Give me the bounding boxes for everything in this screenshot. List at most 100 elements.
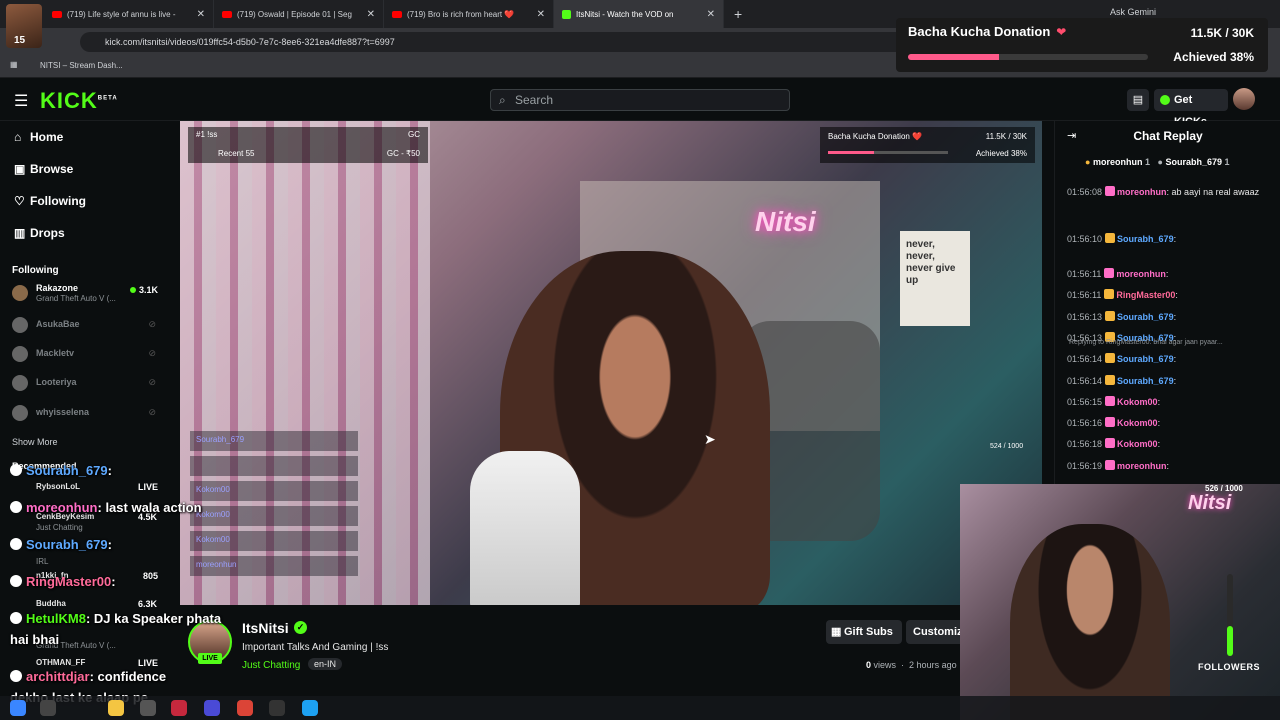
recommended-channel[interactable]: RybsonLoL <box>36 482 80 491</box>
chat-message[interactable]: 01:56:08 moreonhun: ab aayi na real awaaz <box>1067 185 1277 199</box>
sidebar-channel[interactable]: Looteriya ⊘ <box>12 373 162 395</box>
video-meta: 0 views · 2 hours ago <box>866 660 957 670</box>
microphone <box>470 451 580 605</box>
taskbar-app-icon[interactable] <box>140 700 156 716</box>
taskbar-app-icon[interactable] <box>171 700 187 716</box>
close-tab-icon[interactable]: ✕ <box>537 9 545 20</box>
browser-tab[interactable]: (719) Life style of annu is live - ✕ <box>44 0 214 28</box>
streamer-name[interactable]: ItsNitsi <box>242 620 289 636</box>
overlay-chat-line: archittdjar: confidence <box>10 669 166 684</box>
gift-subs-button[interactable]: ▦ Gift Subs <box>826 620 902 644</box>
overlay-chat-line: Sourabh_679: <box>10 537 112 552</box>
browser-tab-active[interactable]: ItsNitsi - Watch the VOD on ✕ <box>554 0 724 28</box>
offline-icon: ⊘ <box>148 348 156 358</box>
heart-icon: ❤ <box>1056 25 1067 39</box>
close-tab-icon[interactable]: ✕ <box>197 9 205 20</box>
file-explorer-icon[interactable] <box>108 700 124 716</box>
chat-emote-icon <box>10 575 22 587</box>
recommended-channel[interactable]: Buddha <box>36 599 66 608</box>
customize-button[interactable]: Customize <box>906 620 966 644</box>
browse-icon: ▣ <box>14 162 26 176</box>
bookmark-item[interactable]: NITSI – Stream Dash... <box>40 61 123 70</box>
chat-username: Sourabh_679 <box>1117 312 1174 322</box>
close-tab-icon[interactable]: ✕ <box>707 9 715 20</box>
chat-username: moreonhun <box>1117 187 1167 197</box>
browser-tab[interactable]: (719) Bro is rich from heart ❤️ ✕ <box>384 0 554 28</box>
category-link[interactable]: Just Chatting <box>242 660 300 671</box>
search-icon: ⌕ <box>499 93 506 107</box>
overlay-chat-line: RingMaster00: <box>10 574 116 589</box>
new-tab-button[interactable]: + <box>724 6 752 22</box>
menu-icon[interactable]: ☰ <box>14 91 28 111</box>
kick-header: ☰ KICKBETA ⌕Search ▤ Get KICKs <box>0 79 1280 128</box>
chat-badge-icon <box>1105 353 1116 363</box>
sidebar-channel[interactable]: Rakazone Grand Theft Auto V (... 3.1K <box>12 283 162 305</box>
chat-username: Kokom00 <box>1117 439 1158 449</box>
show-more-link[interactable]: Show More <box>12 437 58 447</box>
chat-emote-icon <box>10 501 22 513</box>
youtube-icon <box>222 10 232 18</box>
channel-avatar <box>12 346 28 362</box>
chat-emote-icon <box>10 670 22 682</box>
chat-message[interactable]: 01:56:14 Sourabh_679: <box>1067 374 1277 388</box>
stream-title: Important Talks And Gaming | !ss <box>242 642 389 653</box>
donation-progress-bar <box>908 54 1148 60</box>
chat-message[interactable]: 01:56:11 RingMaster00: <box>1067 288 1277 302</box>
kick-logo[interactable]: KICKBETA <box>40 88 118 114</box>
channel-avatar <box>12 405 28 421</box>
chat-message[interactable]: 01:56:10 Sourabh_679: <box>1067 232 1277 246</box>
chrome-icon[interactable] <box>237 700 253 716</box>
youtube-icon <box>392 10 402 18</box>
chat-badge-icon <box>1105 460 1116 470</box>
nav-home[interactable]: ⌂ Home <box>14 130 63 144</box>
language-tag[interactable]: en-IN <box>308 658 343 670</box>
user-avatar[interactable] <box>1233 88 1255 110</box>
chat-username: RingMaster00 <box>1116 290 1176 300</box>
apps-grid-icon[interactable]: ▦ <box>10 60 18 69</box>
chat-message[interactable]: 01:56:16 Kokom00: <box>1067 416 1277 430</box>
ask-gemini-button[interactable]: Ask Gemini <box>1110 7 1156 17</box>
close-tab-icon[interactable]: ✕ <box>367 9 375 20</box>
chat-badge-icon <box>1104 268 1115 278</box>
nav-browse[interactable]: ▣ Browse <box>14 162 73 176</box>
sidebar-channel[interactable]: AsukaBae ⊘ <box>12 315 162 337</box>
recommended-channel[interactable]: OTHMAN_FF <box>36 658 85 667</box>
start-icon[interactable] <box>10 700 26 716</box>
offline-icon: ⊘ <box>148 407 156 417</box>
taskbar-app-icon[interactable] <box>302 700 318 716</box>
chat-badge-icon <box>1105 375 1116 385</box>
sidebar-channel[interactable]: Mackletv ⊘ <box>12 344 162 366</box>
video-player[interactable]: never, never, never give up Nitsi #1 !ss… <box>180 121 1042 605</box>
coin-icon: ● <box>1085 157 1091 167</box>
search-input[interactable]: ⌕ Search <box>490 89 790 111</box>
chat-username: moreonhun <box>1116 269 1166 279</box>
chat-badge-icon <box>1105 186 1116 196</box>
chat-badge-icon <box>1105 417 1116 427</box>
browser-profile-avatar[interactable]: 15 <box>6 4 42 48</box>
chat-message[interactable]: 01:56:13 Sourabh_679: <box>1067 310 1277 324</box>
chat-badge-icon <box>1105 233 1116 243</box>
obs-icon[interactable] <box>269 700 285 716</box>
chat-message[interactable]: 01:56:15 Kokom00: <box>1067 395 1277 409</box>
dashboard-icon[interactable]: ▤ <box>1127 89 1149 111</box>
get-kicks-button[interactable]: Get KICKs <box>1154 89 1228 128</box>
browser-tab[interactable]: (719) Oswald | Episode 01 | Seg ✕ <box>214 0 384 28</box>
nav-following[interactable]: ♡ Following <box>14 194 86 208</box>
nav-drops[interactable]: ▥ Drops <box>14 226 65 240</box>
video-overlay-donation: Bacha Kucha Donation ❤️ 11.5K / 30K Achi… <box>820 127 1035 163</box>
video-overlay-counter: 524 / 1000 <box>990 443 1024 450</box>
chat-message[interactable]: 01:56:11 moreonhun: <box>1067 267 1277 281</box>
donation-goal-overlay: Bacha Kucha Donation ❤ 11.5K / 30K Achiev… <box>896 18 1268 72</box>
chat-badge-icon <box>1104 289 1115 299</box>
chat-message[interactable]: 01:56:14 Sourabh_679: <box>1067 352 1277 366</box>
video-overlay-chat: Sourabh_679 Kokom00 Kokom00 Kokom00 more… <box>190 431 358 581</box>
video-overlay-stats: #1 !ss GC Recent 55 GC - ₹50 <box>188 127 428 163</box>
taskbar-app-icon[interactable] <box>204 700 220 716</box>
neon-sign: Nitsi <box>755 206 816 237</box>
search-taskbar-icon[interactable] <box>40 700 56 716</box>
chat-leaderboard: ● moreonhun 1 ● Sourabh_679 1 <box>1085 157 1230 167</box>
chat-message[interactable]: 01:56:18 Kokom00: <box>1067 437 1277 451</box>
sidebar-channel[interactable]: whyisselena ⊘ <box>12 403 162 425</box>
chat-message[interactable]: 01:56:19 moreonhun: <box>1067 459 1277 473</box>
chat-emote-icon <box>10 464 22 476</box>
